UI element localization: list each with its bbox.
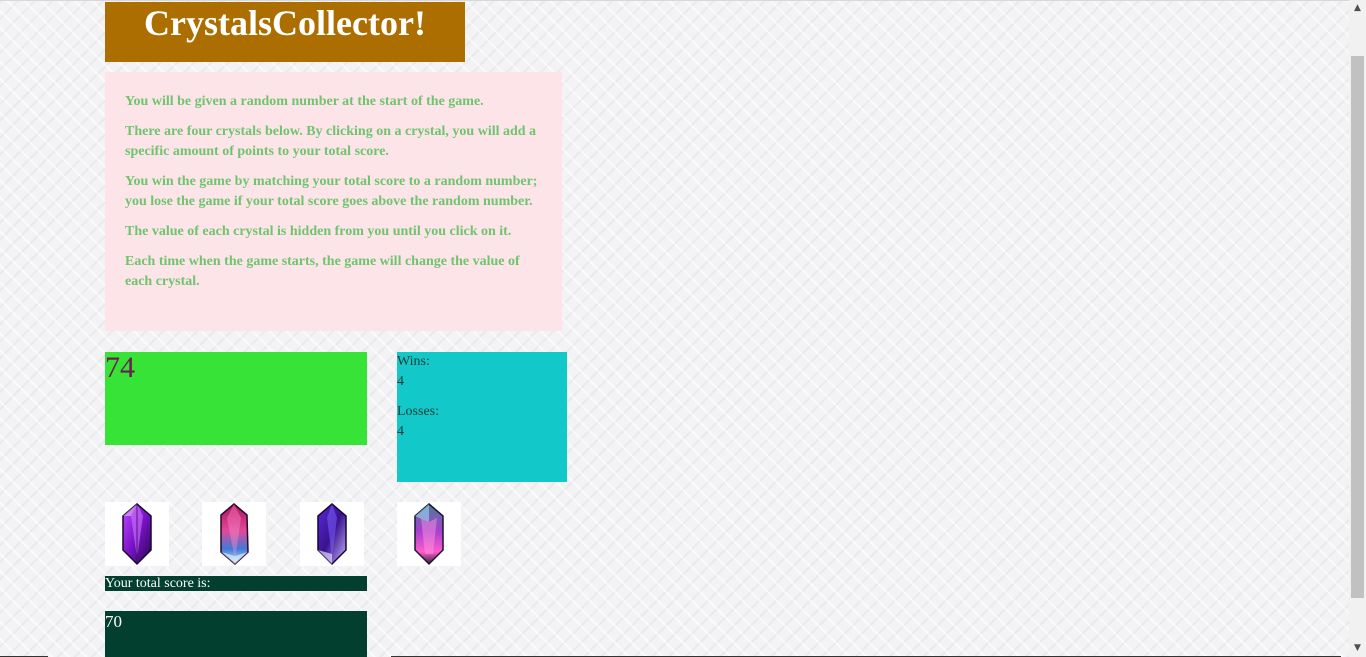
crystal-button-1[interactable] bbox=[105, 502, 169, 566]
crystal-icon bbox=[220, 503, 249, 566]
top-divider bbox=[0, 0, 1350, 1]
vertical-scrollbar[interactable]: ▲ ▼ bbox=[1349, 0, 1366, 657]
wins-value: 4 bbox=[397, 374, 404, 389]
score-label-text: Your total score is: bbox=[105, 576, 211, 591]
crystal-button-4[interactable] bbox=[397, 502, 461, 566]
scroll-thumb[interactable] bbox=[1351, 56, 1364, 598]
losses-label: Losses: bbox=[397, 404, 439, 419]
crystal-icon bbox=[414, 503, 444, 566]
crystal-icon bbox=[317, 503, 347, 566]
stats-panel: Wins: 4 Losses: 4 bbox=[397, 352, 567, 482]
total-score: 70 bbox=[105, 612, 122, 631]
crystal-button-2[interactable] bbox=[202, 502, 266, 566]
instruction-1: You will be given a random number at the… bbox=[125, 94, 484, 109]
scroll-down-arrow-icon[interactable]: ▼ bbox=[1349, 640, 1366, 657]
scroll-up-arrow-icon[interactable]: ▲ bbox=[1349, 0, 1366, 17]
target-number-box: 74 bbox=[105, 352, 367, 445]
instruction-3: You win the game by matching your total … bbox=[125, 174, 538, 209]
instruction-4: The value of each crystal is hidden from… bbox=[125, 224, 512, 239]
instructions-panel: You will be given a random number at the… bbox=[105, 72, 562, 331]
title-banner: CrystalsCollector! bbox=[105, 2, 465, 62]
total-score-box: 70 bbox=[105, 611, 367, 657]
crystal-icon bbox=[122, 503, 152, 566]
instruction-5: Each time when the game starts, the game… bbox=[125, 254, 520, 289]
crystal-button-3[interactable] bbox=[300, 502, 364, 566]
score-label: Your total score is: bbox=[105, 576, 367, 591]
target-number: 74 bbox=[105, 351, 135, 384]
losses-value: 4 bbox=[397, 424, 404, 439]
wins-label: Wins: bbox=[397, 354, 430, 369]
game-title: CrystalsCollector! bbox=[144, 3, 426, 43]
instruction-2: There are four crystals below. By clicki… bbox=[125, 124, 537, 159]
